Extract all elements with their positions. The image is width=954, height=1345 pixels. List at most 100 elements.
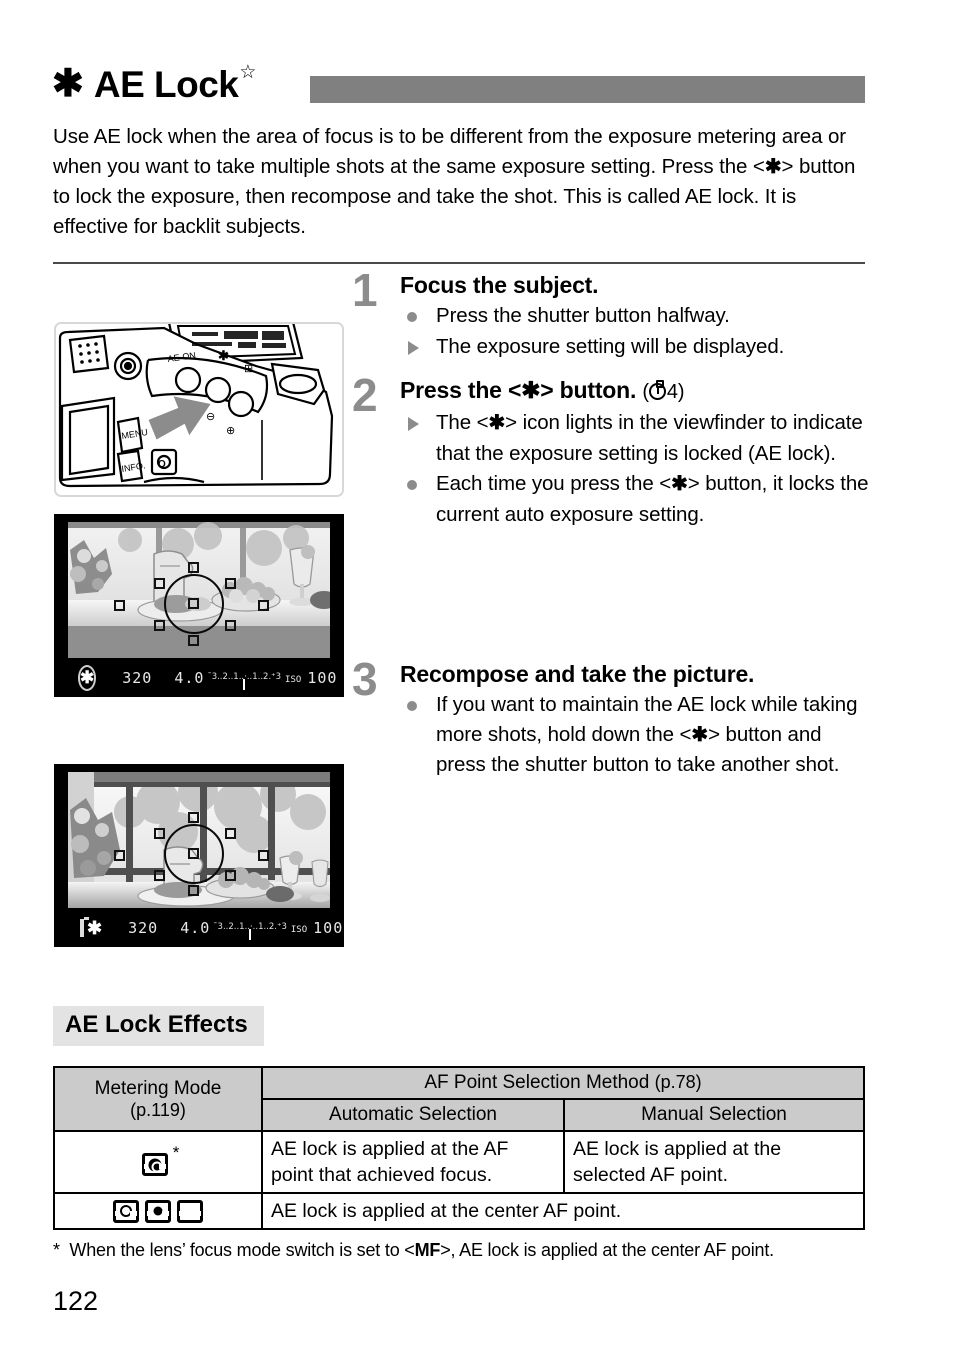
step-item: The <✱> icon lights in the viewfinder to…	[400, 408, 872, 468]
header-automatic-selection: Automatic Selection	[261, 1098, 565, 1132]
shutter-speed-value: 320	[122, 669, 153, 687]
ae-lock-icon-inline: ✱	[521, 377, 541, 403]
ae-lock-indicator: ✱	[78, 665, 97, 691]
iso-label: ISO	[290, 925, 308, 935]
ae-lock-icon-inline: ✱	[488, 412, 506, 434]
step-heading: Press the <✱> button. (4)	[400, 375, 872, 407]
step-item: Each time you press the <✱> button, it l…	[400, 469, 872, 529]
viewfinder-info-bar: ✱ 320 4.0 ¯3..2..1..·..1..2.⁺3 ISO 100 5…	[54, 909, 344, 947]
af-point	[188, 848, 199, 859]
manual-page: ✱ AE Lock ☆ Use AE lock when the area of…	[0, 0, 954, 1345]
camera-illustration: AE-ON ✱ ⊞ MENU INFO. Q ⊖ ⊕	[54, 322, 344, 497]
step-number: 3	[352, 653, 378, 705]
standby-timer-icon	[648, 380, 666, 400]
intro-paragraph: Use AE lock when the area of focus is to…	[53, 122, 865, 241]
partial-metering-icon	[113, 1199, 139, 1223]
page-number: 122	[53, 1286, 99, 1316]
shutter-speed-value: 320	[128, 919, 159, 937]
ae-lock-icon: ✱	[52, 63, 84, 105]
af-point	[225, 870, 236, 881]
header-af-point-label: AF Point Selection Method	[424, 1072, 650, 1093]
iso-label: ISO	[285, 675, 302, 685]
step-heading: Focus the subject.	[400, 272, 599, 298]
step-item-pre: The <	[436, 411, 489, 434]
paren-close: )	[677, 381, 685, 403]
label-af-select: ⊞	[244, 363, 253, 375]
af-point	[258, 850, 269, 861]
af-point	[188, 635, 199, 646]
ae-lock-icon-inline: ✱	[691, 723, 709, 746]
step-item: Press the shutter button halfway.	[400, 301, 872, 331]
af-point	[258, 600, 269, 611]
af-point	[188, 562, 199, 573]
ae-lock-icon-inline: ✱	[764, 155, 782, 178]
af-point	[188, 812, 199, 823]
step-2: 2 Press the <✱> button. (4) The <✱> icon…	[352, 369, 872, 529]
step-3: 3 Recompose and take the picture. If you…	[352, 653, 872, 780]
step-heading-pre: Press the <	[400, 377, 522, 403]
section-heading: AE Lock Effects	[53, 1006, 264, 1046]
exposure-index-mark	[242, 679, 245, 690]
label-magnify-in: ⊕	[226, 425, 235, 437]
cell-manual-selection: AE lock is applied at the selected AF po…	[563, 1130, 865, 1194]
label-quick: Q	[158, 459, 166, 470]
step-item-pre: Each time you press the <	[436, 472, 672, 495]
step-number: 1	[352, 264, 378, 316]
footnote: * When the lens’ focus mode switch is se…	[53, 1238, 868, 1262]
spot-metering-icon	[145, 1199, 171, 1223]
viewfinder-scene-recompose	[68, 772, 330, 908]
af-point	[114, 850, 125, 861]
label-ae-lock: ✱	[218, 348, 229, 363]
step-1: 1 Focus the subject. Press the shutter b…	[352, 264, 872, 362]
standby-timer-value: 4	[666, 381, 678, 403]
center-weighted-metering-icon	[177, 1199, 203, 1223]
intro-text-part1: Use AE lock when the area of focus is to…	[53, 125, 847, 178]
step-heading-post: > button.	[540, 377, 637, 403]
steps-column: 1 Focus the subject. Press the shutter b…	[352, 264, 872, 784]
viewfinder-focus: ✱ 320 4.0 ¯3..2..1..·..1..2.⁺3 ISO 100 5…	[54, 514, 344, 697]
footnote-mf-label: MF	[414, 1240, 441, 1260]
ae-lock-indicator: ✱	[87, 917, 103, 938]
aperture-value: 4.0	[180, 919, 211, 937]
footnote-part2: >, AE lock is applied at the center AF p…	[440, 1240, 774, 1260]
divider	[53, 262, 865, 264]
header-metering-mode-page: (p.119)	[130, 1099, 186, 1120]
header-af-point-page: (p.78)	[654, 1072, 702, 1092]
af-point	[154, 620, 165, 631]
step-heading: Recompose and take the picture.	[400, 661, 755, 687]
metering-mode-other-cell	[53, 1192, 263, 1230]
battery-icon	[80, 917, 89, 937]
header-manual-selection: Manual Selection	[563, 1098, 865, 1132]
step-number: 2	[352, 369, 378, 421]
label-magnify-out: ⊖	[206, 411, 215, 423]
star-icon: ☆	[239, 61, 257, 83]
cell-center-af-point: AE lock is applied at the center AF poin…	[261, 1192, 865, 1230]
af-point	[154, 870, 165, 881]
table-row: * AE lock is applied at the AF point tha…	[53, 1130, 865, 1194]
step-item: If you want to maintain the AE lock whil…	[400, 690, 872, 780]
footnote-marker: *	[53, 1240, 60, 1260]
title-accent-bar	[310, 76, 865, 103]
af-point	[225, 828, 236, 839]
footnote-marker: *	[172, 1142, 180, 1162]
header-metering-mode: Metering Mode (p.119)	[53, 1066, 263, 1132]
viewfinder-recompose: ✱ 320 4.0 ¯3..2..1..·..1..2.⁺3 ISO 100 5…	[54, 764, 344, 947]
af-point	[114, 600, 125, 611]
paren-open: (	[642, 381, 649, 403]
step-item: The exposure setting will be displayed.	[400, 332, 872, 362]
exposure-index-mark	[248, 929, 251, 940]
table-header-row: Metering Mode (p.119) AF Point Selection…	[53, 1066, 865, 1132]
header-af-point-selection: AF Point Selection Method (p.78)	[261, 1066, 865, 1100]
af-point	[188, 598, 199, 609]
iso-value: 100	[307, 669, 338, 687]
ae-lock-icon-inline: ✱	[671, 473, 688, 495]
ae-lock-effects-table: Metering Mode (p.119) AF Point Selection…	[53, 1066, 865, 1230]
iso-value: 100	[313, 919, 344, 937]
evaluative-metering-icon	[141, 1153, 168, 1177]
af-point	[154, 578, 165, 589]
camera-body-drawing: AE-ON ✱ ⊞ MENU INFO. Q ⊖ ⊕	[58, 324, 334, 488]
af-point	[225, 620, 236, 631]
metering-mode-evaluative-cell: *	[53, 1130, 263, 1194]
af-point	[188, 885, 199, 896]
aperture-value: 4.0	[174, 669, 205, 687]
